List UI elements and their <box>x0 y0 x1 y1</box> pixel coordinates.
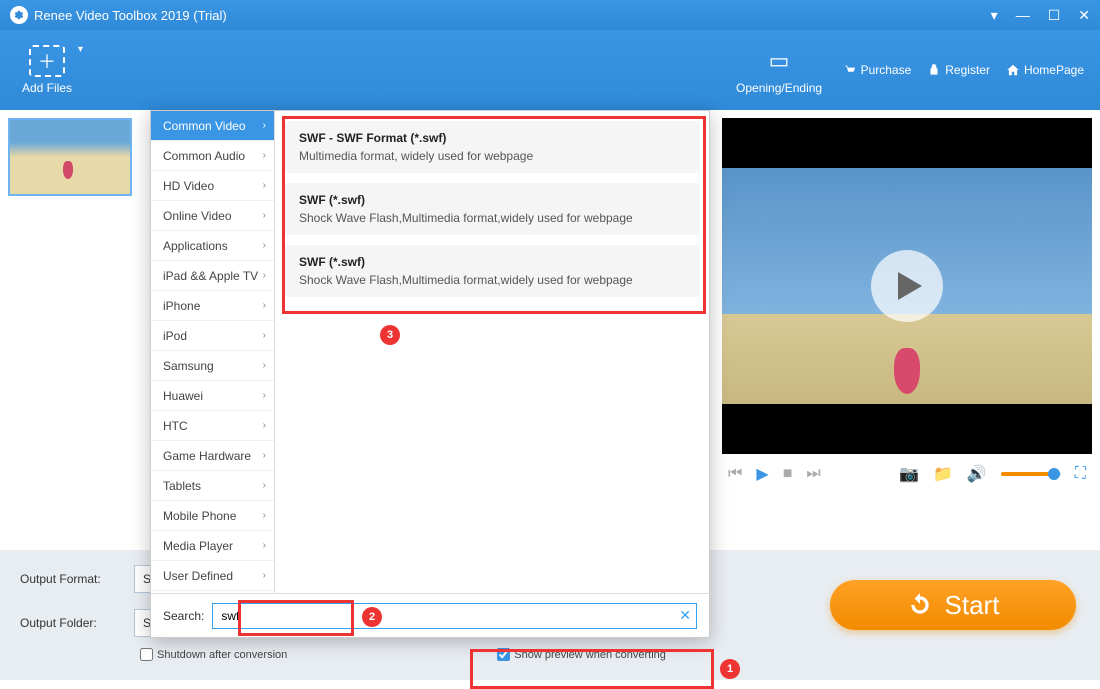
output-folder-label: Output Folder: <box>20 616 120 630</box>
maximize-icon[interactable]: ☐ <box>1048 7 1061 24</box>
show-preview-label: Show preview when converting <box>514 649 666 661</box>
home-icon <box>1006 63 1020 77</box>
minimize-icon[interactable]: — <box>1016 7 1030 24</box>
search-row: Search: ✕ <box>151 593 709 637</box>
opening-ending-icon: ▭ <box>761 45 797 77</box>
chevron-down-icon: ▾ <box>78 44 83 55</box>
volume-icon[interactable]: 🔊 <box>967 464 987 484</box>
category-item[interactable]: Common Video› <box>151 111 274 141</box>
window-title: Renee Video Toolbox 2019 (Trial) <box>34 8 227 23</box>
category-item[interactable]: Media Player› <box>151 531 274 561</box>
category-item[interactable]: Mobile Phone› <box>151 501 274 531</box>
homepage-link[interactable]: HomePage <box>1000 59 1090 81</box>
refresh-icon <box>907 592 933 618</box>
category-item[interactable]: Samsung› <box>151 351 274 381</box>
category-item[interactable]: iPad && Apple TV› <box>151 261 274 291</box>
format-picker-panel: Common Video›Common Audio›HD Video›Onlin… <box>150 110 710 638</box>
category-item[interactable]: Huawei› <box>151 381 274 411</box>
purchase-label: Purchase <box>861 63 912 77</box>
toolbar-right: Purchase Register HomePage <box>837 59 1090 81</box>
shutdown-checkbox[interactable]: Shutdown after conversion <box>140 648 287 661</box>
open-folder-icon[interactable]: 📁 <box>933 464 953 484</box>
preview-panel: ⏮ ▶ ■ ⏭ 📷 📁 🔊 ⛶ <box>722 118 1092 494</box>
preview-video[interactable] <box>722 118 1092 454</box>
main-area: Clear R Common Video›Common Audio›HD Vid… <box>0 110 1100 680</box>
category-item[interactable]: iPod› <box>151 321 274 351</box>
add-files-label: Add Files <box>22 81 72 95</box>
thumbnail-column <box>8 118 138 196</box>
cart-icon <box>843 63 857 77</box>
close-icon[interactable]: ✕ <box>1078 7 1090 24</box>
format-result[interactable]: SWF (*.swf)Shock Wave Flash,Multimedia f… <box>285 245 699 297</box>
titlebar: ✽ Renee Video Toolbox 2019 (Trial) ▾ — ☐… <box>0 0 1100 30</box>
prev-icon[interactable]: ⏮ <box>728 465 742 483</box>
video-thumbnail[interactable] <box>8 118 132 196</box>
category-item[interactable]: HD Video› <box>151 171 274 201</box>
category-item[interactable]: User Defined› <box>151 561 274 591</box>
output-format-label: Output Format: <box>20 572 120 586</box>
category-item[interactable]: HTC› <box>151 411 274 441</box>
category-item[interactable]: Tablets› <box>151 471 274 501</box>
category-item[interactable]: Common Audio› <box>151 141 274 171</box>
category-item[interactable]: Online Video› <box>151 201 274 231</box>
add-files-icon: ＋ <box>29 45 65 77</box>
snapshot-icon[interactable]: 📷 <box>899 464 919 484</box>
transport-bar: ⏮ ▶ ■ ⏭ 📷 📁 🔊 ⛶ <box>722 454 1092 494</box>
annotation-badge-3: 3 <box>380 325 400 345</box>
lock-icon <box>927 63 941 77</box>
start-label: Start <box>945 590 1000 621</box>
category-list[interactable]: Common Video›Common Audio›HD Video›Onlin… <box>151 111 275 593</box>
stop-icon[interactable]: ■ <box>783 465 793 483</box>
homepage-label: HomePage <box>1024 63 1084 77</box>
category-item[interactable]: Game Hardware› <box>151 441 274 471</box>
start-button[interactable]: Start <box>830 580 1076 630</box>
annotation-badge-1: 1 <box>720 659 740 679</box>
opening-ending-button[interactable]: ▭ Opening/Ending <box>724 41 834 99</box>
volume-slider[interactable] <box>1001 472 1061 476</box>
fullscreen-icon[interactable]: ⛶ <box>1075 465 1086 483</box>
show-preview-checkbox[interactable]: Show preview when converting <box>497 648 666 661</box>
results-list: SWF - SWF Format (*.swf)Multimedia forma… <box>275 111 709 593</box>
search-label: Search: <box>163 609 204 623</box>
toolbar: ＋ Add Files ▾ ▭ Opening/Ending Purchase … <box>0 30 1100 110</box>
play-button-icon[interactable] <box>871 250 943 322</box>
search-input[interactable] <box>212 603 697 629</box>
opening-ending-label: Opening/Ending <box>736 81 822 95</box>
window-buttons: ▾ — ☐ ✕ <box>991 7 1090 24</box>
register-label: Register <box>945 63 990 77</box>
format-result[interactable]: SWF (*.swf)Shock Wave Flash,Multimedia f… <box>285 183 699 235</box>
category-item[interactable]: Applications› <box>151 231 274 261</box>
dropdown-icon[interactable]: ▾ <box>991 7 998 24</box>
category-item[interactable]: iPhone› <box>151 291 274 321</box>
next-icon[interactable]: ⏭ <box>806 465 820 483</box>
shutdown-label: Shutdown after conversion <box>157 649 287 661</box>
register-link[interactable]: Register <box>921 59 996 81</box>
format-result[interactable]: SWF - SWF Format (*.swf)Multimedia forma… <box>285 121 699 173</box>
purchase-link[interactable]: Purchase <box>837 59 918 81</box>
add-files-button[interactable]: ＋ Add Files ▾ <box>10 41 84 99</box>
annotation-badge-2: 2 <box>362 607 382 627</box>
app-logo-icon: ✽ <box>10 6 28 24</box>
play-icon[interactable]: ▶ <box>756 464 768 484</box>
clear-search-icon[interactable]: ✕ <box>679 607 691 624</box>
